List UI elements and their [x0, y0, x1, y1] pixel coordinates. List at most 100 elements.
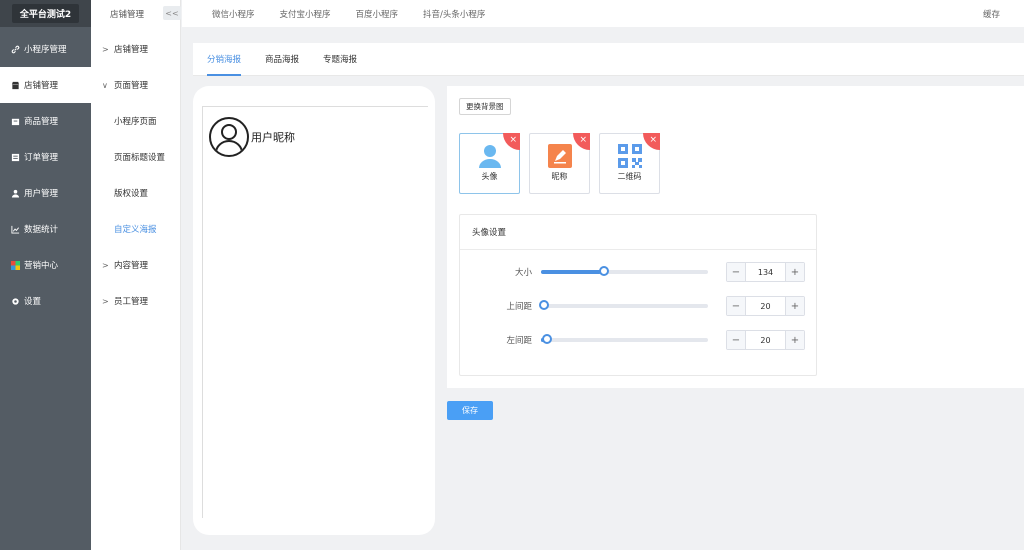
gear-icon — [10, 296, 20, 306]
size-slider[interactable] — [541, 266, 708, 276]
shop-icon — [10, 80, 20, 90]
setting-row-top-margin: 上间距 − 20 + — [460, 296, 818, 316]
slider-thumb[interactable] — [599, 266, 610, 276]
poster-preview: 用户昵称 — [193, 86, 435, 535]
chevron-right-icon: > — [102, 44, 109, 54]
increment-button[interactable]: + — [785, 331, 804, 349]
stepper-value[interactable]: 20 — [746, 331, 785, 349]
submenu-item-label: 员工管理 — [114, 297, 149, 307]
sidebar-item-label: 订单管理 — [24, 153, 59, 163]
brand-title[interactable]: 全平台测试2 — [11, 4, 80, 23]
close-icon[interactable]: × — [503, 133, 520, 150]
submenu-item-copyright[interactable]: 版权设置 — [91, 175, 180, 211]
submenu-item-label: 自定义海报 — [114, 225, 157, 235]
poster-config-panel: 更换背景图 头像 × 昵称 × 二维码 × 头像设置 大小 − 134 + 上间… — [447, 86, 1024, 388]
sidebar-item-user[interactable]: 用户管理 — [0, 175, 91, 211]
top-bar: 微信小程序 支付宝小程序 百度小程序 抖音/头条小程序 缓存 — [182, 0, 1024, 27]
setting-label: 上间距 — [506, 302, 532, 312]
sidebar-item-label: 营销中心 — [24, 261, 59, 271]
tab-distribution-poster[interactable]: 分销海报 — [207, 42, 242, 76]
submenu-item-label: 页面管理 — [114, 81, 149, 91]
avatar-settings: 头像设置 大小 − 134 + 上间距 − 20 + 左间距 − 20 + — [459, 214, 817, 376]
cache-link[interactable]: 缓存 — [983, 8, 1000, 20]
poster-tabs: 分销海报 商品海报 专题海报 — [193, 43, 1024, 76]
nav-douyin[interactable]: 抖音/头条小程序 — [423, 8, 485, 20]
chevron-down-icon: ∨ — [102, 80, 108, 90]
submenu-item-label: 店铺管理 — [114, 45, 149, 55]
sidebar-item-goods[interactable]: 商品管理 — [0, 103, 91, 139]
sidebar-item-settings[interactable]: 设置 — [0, 283, 91, 319]
chevron-right-icon: > — [102, 260, 109, 270]
submenu-item-staff[interactable]: > 员工管理 — [91, 283, 180, 319]
sidebar-item-miniprogram[interactable]: 小程序管理 — [0, 31, 91, 67]
increment-button[interactable]: + — [785, 297, 804, 315]
slider-thumb[interactable] — [539, 300, 549, 310]
left-margin-slider[interactable] — [541, 334, 708, 344]
link-icon — [10, 44, 20, 54]
submenu-item-custom-poster[interactable]: 自定义海报 — [91, 211, 180, 247]
nickname-text[interactable]: 用户昵称 — [251, 129, 295, 145]
left-margin-stepper[interactable]: − 20 + — [726, 330, 805, 350]
goods-icon — [10, 116, 20, 126]
edit-icon — [548, 144, 572, 168]
order-icon — [10, 152, 20, 162]
tab-goods-poster[interactable]: 商品海报 — [265, 42, 299, 75]
chevron-right-icon: > — [102, 296, 109, 306]
marketing-icon — [10, 260, 20, 270]
element-label: 头像 — [481, 172, 498, 181]
sidebar-item-label: 设置 — [24, 297, 42, 307]
decrement-button[interactable]: − — [727, 297, 746, 315]
sidebar-item-stats[interactable]: 数据统计 — [0, 211, 91, 247]
submenu-item-content[interactable]: > 内容管理 — [91, 247, 180, 283]
setting-row-size: 大小 − 134 + — [460, 262, 818, 282]
preview-canvas: 用户昵称 — [202, 106, 428, 518]
user-icon — [10, 188, 20, 198]
submenu-item-label: 页面标题设置 — [114, 153, 166, 163]
chart-icon — [10, 224, 20, 234]
nav-baidu[interactable]: 百度小程序 — [356, 8, 399, 20]
top-margin-slider[interactable] — [539, 300, 708, 310]
submenu-item-miniprogram-page[interactable]: 小程序页面 — [91, 103, 180, 139]
platform-nav: 微信小程序 支付宝小程序 百度小程序 抖音/头条小程序 — [212, 8, 510, 20]
tab-topic-poster[interactable]: 专题海报 — [323, 42, 357, 75]
top-margin-stepper[interactable]: − 20 + — [726, 296, 805, 316]
change-background-button[interactable]: 更换背景图 — [459, 98, 511, 115]
element-avatar[interactable]: 头像 × — [459, 133, 520, 194]
sidebar-item-marketing[interactable]: 营销中心 — [0, 247, 91, 283]
element-nickname[interactable]: 昵称 × — [529, 133, 590, 194]
sidebar-item-order[interactable]: 订单管理 — [0, 139, 91, 175]
brand-area: 全平台测试2 — [0, 0, 91, 27]
sidebar-item-label: 小程序管理 — [24, 45, 67, 55]
avatar-icon — [478, 144, 502, 168]
sidebar-item-label: 店铺管理 — [24, 81, 59, 91]
submenu-item-page-title[interactable]: 页面标题设置 — [91, 139, 180, 175]
sidebar-item-label: 商品管理 — [24, 117, 59, 127]
stepper-value[interactable]: 20 — [746, 297, 785, 315]
slider-thumb[interactable] — [542, 334, 553, 344]
avatar[interactable] — [209, 117, 249, 157]
increment-button[interactable]: + — [785, 263, 804, 281]
submenu-item-pages[interactable]: ∨ 页面管理 — [91, 67, 180, 103]
setting-label: 大小 — [514, 268, 532, 278]
element-qrcode[interactable]: 二维码 × — [599, 133, 660, 194]
submenu-item-label: 版权设置 — [114, 189, 149, 199]
sidebar-item-label: 数据统计 — [24, 225, 59, 235]
secondary-menu: 店铺管理 > 店铺管理 ∨ 页面管理 小程序页面 页面标题设置 版权设置 自定义… — [91, 0, 181, 550]
setting-label: 左间距 — [506, 336, 532, 346]
close-icon[interactable]: × — [643, 133, 660, 150]
sidebar-item-label: 用户管理 — [24, 189, 59, 199]
decrement-button[interactable]: − — [727, 331, 746, 349]
stepper-value[interactable]: 134 — [746, 263, 785, 281]
element-label: 二维码 — [617, 172, 642, 181]
nav-alipay[interactable]: 支付宝小程序 — [280, 8, 331, 20]
nav-wechat[interactable]: 微信小程序 — [212, 8, 255, 20]
sidebar-item-shop[interactable]: 店铺管理 — [0, 67, 91, 103]
submenu-item-shop[interactable]: > 店铺管理 — [91, 31, 180, 67]
save-button[interactable]: 保存 — [447, 401, 493, 420]
decrement-button[interactable]: − — [727, 263, 746, 281]
close-icon[interactable]: × — [573, 133, 590, 150]
collapse-button[interactable]: << — [163, 6, 181, 20]
slider-fill — [541, 270, 602, 274]
size-stepper[interactable]: − 134 + — [726, 262, 805, 282]
element-label: 昵称 — [551, 172, 568, 181]
